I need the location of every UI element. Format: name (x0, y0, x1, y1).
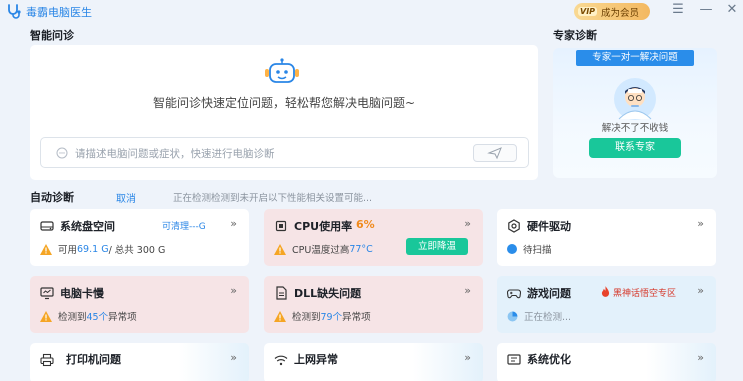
disk-prefix: 可用 (58, 245, 78, 256)
send-button[interactable] (473, 144, 517, 162)
tile-dll-title: DLL缺失问题 (294, 287, 362, 300)
problem-input[interactable]: 请描述电脑问题或症状，快速进行电脑诊断 (40, 137, 529, 168)
cpu-temp-value: 77°C (349, 243, 373, 255)
chevron-right-icon[interactable]: » (464, 284, 471, 297)
tile-optimize-title: 系统优化 (527, 353, 571, 366)
disk-cleanable-tag[interactable]: 可清理---G (162, 219, 206, 232)
tile-game-title: 游戏问题 (527, 287, 571, 300)
cancel-link[interactable]: 取消 (116, 190, 136, 205)
pending-dot-icon (507, 244, 517, 254)
ai-description: 智能问诊快速定位问题，轻松帮您解决电脑问题~ (152, 96, 416, 110)
expert-card: 专家一对一解决问题 解决不了不收钱 联系专家 (553, 48, 717, 178)
optimize-icon (507, 354, 521, 365)
dll-count: 79个 (320, 312, 343, 323)
tile-disk-space[interactable]: 系统盘空间 可清理---G » 可用 69.1 G / 总共 300 G (30, 209, 249, 266)
cpu-temp-label: CPU温度过高 (292, 245, 350, 256)
lag-detail: 检测到 45个 异常项 (40, 309, 137, 323)
game-status: 正在检测... (524, 312, 572, 323)
tile-cpu-usage[interactable]: CPU使用率 6% » CPU温度过高 77°C 立即降温 (264, 209, 483, 266)
fire-icon (601, 286, 610, 297)
chevron-right-icon[interactable]: » (697, 284, 704, 297)
tile-hardware-title: 硬件驱动 (527, 220, 571, 233)
send-icon (487, 147, 502, 160)
vip-badge: VIP (578, 7, 598, 16)
tile-network[interactable]: 上网异常 » (264, 343, 483, 381)
warning-icon (274, 243, 286, 255)
monitor-icon (40, 287, 54, 300)
stethoscope-icon (8, 4, 21, 19)
game-zone-tag[interactable]: 黑神话悟空专区 (613, 286, 676, 299)
ai-section-title: 智能问诊 (30, 29, 74, 42)
game-detail: 正在检测... (507, 309, 571, 323)
chevron-right-icon[interactable]: » (464, 351, 471, 364)
warning-icon (40, 243, 52, 255)
lag-count: 45个 (86, 312, 109, 323)
become-member-button[interactable]: VIP 成为会员 (574, 3, 650, 20)
tile-lag-title: 电脑卡慢 (60, 287, 104, 300)
gamepad-icon (507, 289, 521, 299)
minimize-icon[interactable]: — (698, 2, 714, 18)
warning-icon (40, 310, 52, 322)
auto-section-title: 自动诊断 (30, 191, 74, 204)
tile-system-optimize[interactable]: 系统优化 » (497, 343, 716, 381)
close-icon[interactable]: ✕ (724, 2, 740, 18)
robot-icon (265, 58, 299, 83)
tile-hardware-driver[interactable]: 硬件驱动 » 待扫描 (497, 209, 716, 266)
lag-prefix: 检测到 (58, 312, 87, 323)
tile-game-issues[interactable]: 游戏问题 黑神话悟空专区 » 正在检测... (497, 276, 716, 333)
tile-printer[interactable]: 打印机问题 » (30, 343, 249, 381)
problem-input-placeholder: 请描述电脑问题或症状，快速进行电脑诊断 (75, 148, 275, 160)
disk-detail: 可用 69.1 G / 总共 300 G (40, 242, 165, 256)
printer-icon (40, 353, 54, 367)
contact-expert-button[interactable]: 联系专家 (589, 138, 681, 158)
dll-suffix: 异常项 (342, 312, 371, 323)
disk-available-value: 69.1 G (77, 243, 109, 255)
expert-section-title: 专家诊断 (553, 29, 597, 42)
app-title: 毒霸电脑医生 (26, 6, 92, 19)
expert-ribbon: 专家一对一解决问题 (576, 50, 694, 66)
tile-pc-lag[interactable]: 电脑卡慢 » 检测到 45个 异常项 (30, 276, 249, 333)
cpu-percent: 6% (356, 218, 375, 231)
tile-disk-title: 系统盘空间 (60, 220, 115, 233)
chevron-right-icon[interactable]: » (464, 217, 471, 230)
auto-status: 正在检测检测到未开启以下性能相关设置可能... (173, 193, 373, 204)
lag-suffix: 异常项 (108, 312, 137, 323)
expert-subtitle: 解决不了不收钱 (601, 123, 669, 134)
wifi-icon (274, 355, 288, 366)
menu-icon[interactable]: ☰ (670, 2, 686, 18)
cpu-icon (275, 220, 287, 232)
hardware-icon (508, 219, 520, 233)
hardware-detail: 待扫描 (507, 242, 552, 256)
cpu-detail: CPU温度过高 77°C (274, 242, 373, 256)
chevron-right-icon[interactable]: » (230, 351, 237, 364)
title-bar: 毒霸电脑医生 VIP 成为会员 ☰ — ✕ (0, 0, 743, 22)
dll-icon (276, 286, 287, 300)
warning-icon (274, 310, 286, 322)
dll-detail: 检测到 79个 异常项 (274, 309, 371, 323)
tile-printer-title: 打印机问题 (66, 353, 121, 366)
cool-down-button[interactable]: 立即降温 (406, 238, 468, 255)
chevron-right-icon[interactable]: » (697, 217, 704, 230)
chevron-right-icon[interactable]: » (230, 217, 237, 230)
hardware-status: 待扫描 (523, 245, 552, 256)
tile-network-title: 上网异常 (294, 353, 338, 366)
disk-total: / 总共 300 G (108, 245, 166, 256)
disk-icon (40, 221, 54, 231)
dll-prefix: 检测到 (292, 312, 321, 323)
tile-cpu-title: CPU使用率 (294, 220, 353, 233)
tile-dll-missing[interactable]: DLL缺失问题 » 检测到 79个 异常项 (264, 276, 483, 333)
chevron-right-icon[interactable]: » (230, 284, 237, 297)
chevron-right-icon[interactable]: » (697, 351, 704, 364)
become-member-label: 成为会员 (601, 7, 640, 19)
loading-icon (507, 311, 518, 321)
chat-icon (56, 147, 68, 159)
